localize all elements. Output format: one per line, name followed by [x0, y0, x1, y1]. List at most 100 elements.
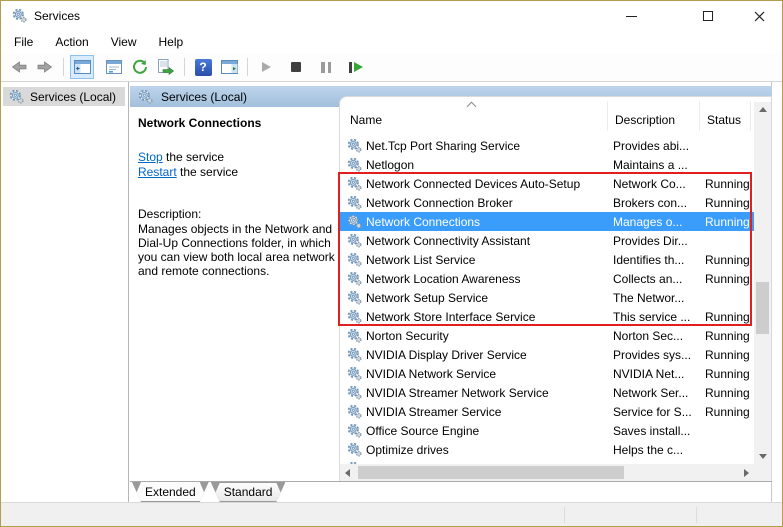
gear-icon — [347, 385, 362, 400]
scroll-down-icon[interactable] — [759, 454, 767, 459]
gear-icon — [347, 366, 362, 381]
gear-icon — [347, 309, 362, 324]
scroll-left-icon[interactable] — [345, 469, 350, 477]
service-gear-icon — [347, 157, 362, 172]
table-row[interactable]: NVIDIA Streamer Network ServiceNetwork S… — [340, 383, 754, 402]
forward-button[interactable] — [33, 55, 57, 79]
description-label: Description: — [138, 207, 201, 221]
service-name: Norton Security — [366, 329, 613, 343]
start-service-button[interactable] — [254, 55, 278, 79]
column-divider[interactable] — [699, 101, 700, 131]
close-button[interactable] — [736, 1, 782, 31]
header-label: Services (Local) — [161, 90, 247, 104]
service-name: NVIDIA Streamer Service — [366, 405, 613, 419]
table-row[interactable]: Network Setup ServiceThe Networ... — [340, 288, 754, 307]
service-name: Network Connectivity Assistant — [366, 234, 613, 248]
service-description: Brokers con... — [613, 196, 705, 210]
service-description: Network Ser... — [613, 386, 705, 400]
table-row[interactable]: Network List ServiceIdentifies th...Runn… — [340, 250, 754, 269]
scroll-right-icon[interactable] — [744, 469, 749, 477]
column-header-description[interactable]: Description — [615, 113, 675, 127]
help-button[interactable] — [191, 55, 215, 79]
table-row[interactable]: Norton SecurityNorton Sec...Running — [340, 326, 754, 345]
window-title: Services — [34, 9, 80, 23]
stop-link[interactable]: Stop — [138, 150, 163, 164]
service-gear-icon — [347, 309, 362, 324]
table-row[interactable]: Network Connected Devices Auto-SetupNetw… — [340, 174, 754, 193]
show-action-pane-button[interactable] — [217, 55, 241, 79]
vertical-scrollbar[interactable] — [754, 102, 771, 464]
table-row[interactable]: NVIDIA Streamer ServiceService for S...R… — [340, 402, 754, 421]
service-gear-icon — [347, 385, 362, 400]
table-row[interactable]: NetlogonMaintains a ... — [340, 155, 754, 174]
table-row[interactable]: Network Location AwarenessCollects an...… — [340, 269, 754, 288]
service-status: Running — [705, 272, 754, 286]
status-bar — [1, 502, 782, 526]
service-description: Service for S... — [613, 405, 705, 419]
gear-icon — [347, 233, 362, 248]
service-gear-icon — [347, 214, 362, 229]
properties-icon — [106, 60, 122, 74]
pause-service-button[interactable] — [314, 55, 338, 79]
table-row[interactable]: Network ConnectionsManages o...Running — [340, 212, 754, 231]
service-rows: Net.Tcp Port Sharing ServiceProvides abi… — [340, 136, 754, 464]
table-row[interactable]: Network Connection BrokerBrokers con...R… — [340, 193, 754, 212]
table-row[interactable]: Network Connectivity AssistantProvides D… — [340, 231, 754, 250]
horizontal-scrollbar[interactable] — [340, 464, 754, 481]
horizontal-scrollbar-thumb[interactable] — [358, 466, 624, 479]
gear-icon — [347, 404, 362, 419]
stop-icon — [291, 62, 301, 72]
service-name: Office Source Engine — [366, 424, 613, 438]
table-row[interactable]: Office Source EngineSaves install... — [340, 421, 754, 440]
tab-extended[interactable]: Extended — [132, 482, 209, 502]
column-divider[interactable] — [607, 101, 608, 131]
sidebar-item-services-local[interactable]: Services (Local) — [3, 87, 125, 106]
service-status: Running — [705, 177, 754, 191]
app-gear-icon — [12, 8, 28, 24]
properties-button[interactable] — [102, 55, 126, 79]
minimize-button[interactable] — [608, 1, 654, 31]
stop-service-button[interactable] — [284, 55, 308, 79]
service-name: Network Location Awareness — [366, 272, 613, 286]
table-row[interactable]: Network Store Interface ServiceThis serv… — [340, 307, 754, 326]
column-header-status[interactable]: Status — [707, 113, 741, 127]
gear-icon — [347, 176, 362, 191]
console-tree-pane: Services (Local) — [1, 82, 129, 502]
menu-action[interactable]: Action — [52, 33, 91, 51]
table-row[interactable]: Net.Tcp Port Sharing ServiceProvides abi… — [340, 136, 754, 155]
refresh-button[interactable] — [128, 55, 152, 79]
menu-view[interactable]: View — [108, 33, 140, 51]
service-gear-icon — [347, 252, 362, 267]
selected-service-title: Network Connections — [138, 116, 261, 130]
back-button[interactable] — [7, 55, 31, 79]
table-row[interactable]: NVIDIA Display Driver ServiceProvides sy… — [340, 345, 754, 364]
service-status: Running — [705, 253, 754, 267]
column-divider[interactable] — [750, 101, 751, 131]
show-console-tree-button[interactable] — [70, 55, 94, 79]
tab-standard[interactable]: Standard — [211, 482, 286, 502]
sort-ascending-icon — [467, 102, 477, 112]
column-header-name[interactable]: Name — [350, 113, 382, 127]
table-row[interactable]: NVIDIA Network ServiceNVIDIA Net...Runni… — [340, 364, 754, 383]
gear-icon — [347, 157, 362, 172]
services-gear-icon — [9, 89, 24, 104]
service-description: Collects an... — [613, 272, 705, 286]
scroll-up-icon[interactable] — [759, 107, 767, 112]
service-status: Running — [705, 405, 754, 419]
table-row[interactable]: Optimize drivesHelps the c... — [340, 440, 754, 459]
service-name: Network Connections — [366, 215, 613, 229]
gear-icon — [347, 442, 362, 457]
menu-help[interactable]: Help — [156, 33, 187, 51]
gear-icon — [347, 195, 362, 210]
restart-link[interactable]: Restart — [138, 165, 177, 179]
service-gear-icon — [347, 347, 362, 362]
maximize-button[interactable] — [685, 1, 731, 31]
service-status: Running — [705, 215, 754, 229]
vertical-scrollbar-thumb[interactable] — [756, 282, 769, 334]
service-description: The Networ... — [613, 291, 705, 305]
restart-service-button[interactable] — [344, 55, 368, 79]
menu-file[interactable]: File — [11, 33, 36, 51]
export-list-button[interactable] — [154, 55, 178, 79]
forward-arrow-icon — [37, 59, 53, 75]
toolbar-separator — [184, 58, 185, 76]
